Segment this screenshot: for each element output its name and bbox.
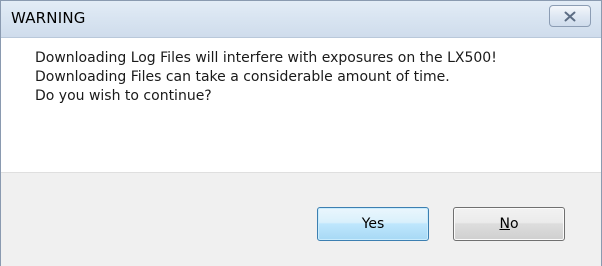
no-button[interactable]: No [453, 207, 565, 241]
no-button-mnemonic: N [499, 216, 510, 232]
close-button[interactable] [549, 5, 591, 27]
yes-button[interactable]: Yes [317, 207, 429, 241]
message-line: Do you wish to continue? [35, 88, 212, 104]
message-line: Downloading Log Files will interfere wit… [35, 50, 497, 66]
message-line: Downloading Files can take a considerabl… [35, 69, 450, 85]
warning-message: Downloading Log Files will interfere wit… [35, 49, 497, 106]
no-button-label: No [499, 216, 518, 232]
button-bar: Yes No [1, 172, 601, 266]
no-button-label-rest: o [509, 216, 519, 232]
yes-button-label: Yes [361, 216, 385, 232]
dialog-title: WARNING [11, 9, 86, 27]
title-bar[interactable]: WARNING [1, 1, 601, 38]
close-icon [550, 6, 590, 26]
warning-dialog: WARNING Downloading Log Files will inter… [0, 0, 602, 266]
